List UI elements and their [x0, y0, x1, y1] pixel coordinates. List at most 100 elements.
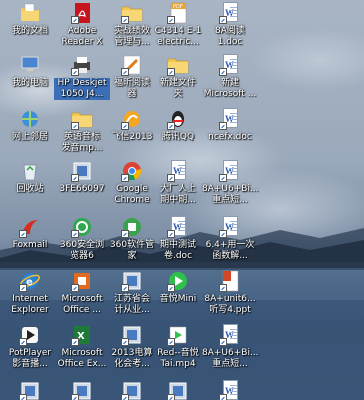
shortcut-arrow-icon [219, 122, 227, 130]
shortcut-arrow-icon [219, 394, 227, 400]
word-doc-icon: W [219, 2, 241, 24]
desktop-icon-label: Microsoft Office Ex... [57, 348, 107, 369]
desktop-icon-label: 英语音标 发音mp... [61, 132, 103, 153]
desktop-icon[interactable]: W大厂人上 期中期... [150, 160, 206, 206]
printer-icon [71, 54, 93, 76]
desktop-icon[interactable]: W6.4+用一次 函数解... [202, 216, 258, 262]
desktop-icon[interactable]: e Internet Explorer [2, 270, 58, 316]
desktop-icon-label: Internet Explorer [11, 294, 49, 315]
desktop-icon[interactable]: Red--音悦 Tai.mp4 [150, 324, 206, 370]
shortcut-arrow-icon [71, 284, 79, 292]
shortcut-arrow-icon [71, 122, 79, 130]
app-icon [167, 380, 189, 400]
word-doc-icon: W [219, 216, 241, 238]
ppt-icon [219, 270, 241, 292]
desktop-icon-label: 8A阅读 1.doc [215, 26, 245, 47]
folder-icon [167, 54, 189, 76]
shortcut-arrow-icon [71, 230, 79, 238]
shortcut-arrow-icon [121, 394, 129, 400]
desktop-icon[interactable]: 回收站 [2, 160, 58, 195]
app-icon [19, 380, 41, 400]
pdf-icon: PDF [167, 2, 189, 24]
desktop-icon-label: 期中测试 卷.doc [159, 240, 196, 261]
desktop-icon[interactable]: W8A阅读 1.doc [202, 2, 258, 48]
word-doc-icon: W [219, 324, 241, 346]
app-icon [121, 380, 143, 400]
desktop-icon[interactable]: W期中测试 卷.doc [150, 216, 206, 262]
word-doc-icon: W [167, 216, 189, 238]
shortcut-arrow-icon [167, 394, 175, 400]
360-software-icon [121, 216, 143, 238]
word-doc-icon: W [167, 160, 189, 182]
desktop-icon-label: Microsoft Office ... [61, 294, 103, 315]
desktop-icon[interactable] [54, 380, 110, 400]
folder-icon [121, 2, 143, 24]
desktop-icon[interactable]: 腾讯QQ [150, 108, 206, 143]
desktop-icon-label: 我的文档 [11, 26, 48, 36]
desktop-icon[interactable]: Wncefx.doc [202, 108, 258, 143]
desktop-icon[interactable]: PDF C4314 E-1 electric... [150, 2, 206, 48]
desktop-icon[interactable]: 英语音标 发音mp... [54, 108, 110, 154]
desktop-icon-label: 8A+U6+Bi... 重点短... [202, 184, 259, 205]
desktop-icon-label: 我的电脑 [11, 78, 48, 88]
video-icon [167, 324, 189, 346]
shortcut-arrow-icon [121, 68, 129, 76]
desktop-icon[interactable]: W8A+U6+Bi... 重点短... [202, 324, 259, 370]
desktop-icon[interactable]: 3FE66097 [54, 160, 110, 195]
app-icon [121, 324, 143, 346]
desktop-icon[interactable]: W8A+U6+Bi... 重点短... [202, 160, 259, 206]
desktop-icon-label: 网上邻居 [11, 132, 48, 142]
word-doc-icon: W [219, 54, 241, 76]
shortcut-arrow-icon [167, 174, 175, 182]
desktop-icon[interactable]: W [202, 380, 258, 400]
qq-icon [167, 108, 189, 130]
shortcut-arrow-icon [219, 68, 227, 76]
desktop-icon[interactable]: W新建 Microsoft ... [202, 54, 258, 100]
shortcut-arrow-icon [121, 122, 129, 130]
foxit-reader-icon [121, 54, 143, 76]
word-doc-icon: W [219, 380, 241, 400]
adobe-reader-icon [71, 2, 93, 24]
shortcut-arrow-icon [219, 338, 227, 346]
desktop-icon[interactable]: 我的文档 [2, 2, 58, 37]
shortcut-arrow-icon [19, 338, 27, 346]
potplayer-icon [19, 324, 41, 346]
desktop-icon[interactable]: Microsoft Office ... [54, 270, 110, 316]
shortcut-arrow-icon [19, 394, 27, 400]
shortcut-arrow-icon [167, 338, 175, 346]
word-doc-icon: W [219, 108, 241, 130]
shortcut-arrow-icon [219, 230, 227, 238]
desktop-icon-label: 大厂人上 期中期... [159, 184, 196, 205]
desktop-icon-label: 音悦Mini [159, 294, 197, 304]
desktop-icon[interactable] [150, 380, 206, 400]
shortcut-arrow-icon [19, 230, 27, 238]
network-icon [19, 108, 41, 130]
yinyue-icon [167, 270, 189, 292]
shortcut-arrow-icon [71, 68, 79, 76]
desktop-icon-label: C4314 E-1 electric... [154, 26, 202, 47]
desktop-icon[interactable]: 音悦Mini [150, 270, 206, 305]
desktop-icon[interactable]: X Microsoft Office Ex... [54, 324, 110, 370]
recycle-bin-icon [19, 160, 41, 182]
desktop-icon[interactable]: 新建文件 夹 [150, 54, 206, 100]
shortcut-arrow-icon [19, 284, 27, 292]
app-icon [71, 380, 93, 400]
desktop-icon[interactable]: HP Deskjet 1050 J4... [54, 54, 110, 100]
foxmail-icon [19, 216, 41, 238]
svg-text:e: e [26, 277, 33, 288]
desktop-icon[interactable]: 网上邻居 [2, 108, 58, 143]
desktop-icon-label: 新建文件 夹 [159, 78, 196, 99]
desktop-icon[interactable]: 360安全浏 览器6 [54, 216, 110, 262]
excel-icon: X [71, 324, 93, 346]
desktop-icon[interactable]: Adobe Reader X [54, 2, 110, 48]
shortcut-arrow-icon [71, 394, 79, 400]
desktop-icon-label: HP Deskjet 1050 J4... [54, 78, 110, 100]
desktop-icon[interactable]: PotPlayer 影音播... [2, 324, 58, 370]
desktop-icon[interactable]: 8A+unit6... 听写4.ppt [202, 270, 258, 316]
desktop-icon[interactable]: Foxmail [2, 216, 58, 251]
shortcut-arrow-icon [219, 284, 227, 292]
desktop-icon[interactable] [2, 380, 58, 400]
desktop-icon[interactable]: 我的电脑 [2, 54, 58, 89]
chrome-icon [121, 160, 143, 182]
my-computer-icon [19, 54, 41, 76]
